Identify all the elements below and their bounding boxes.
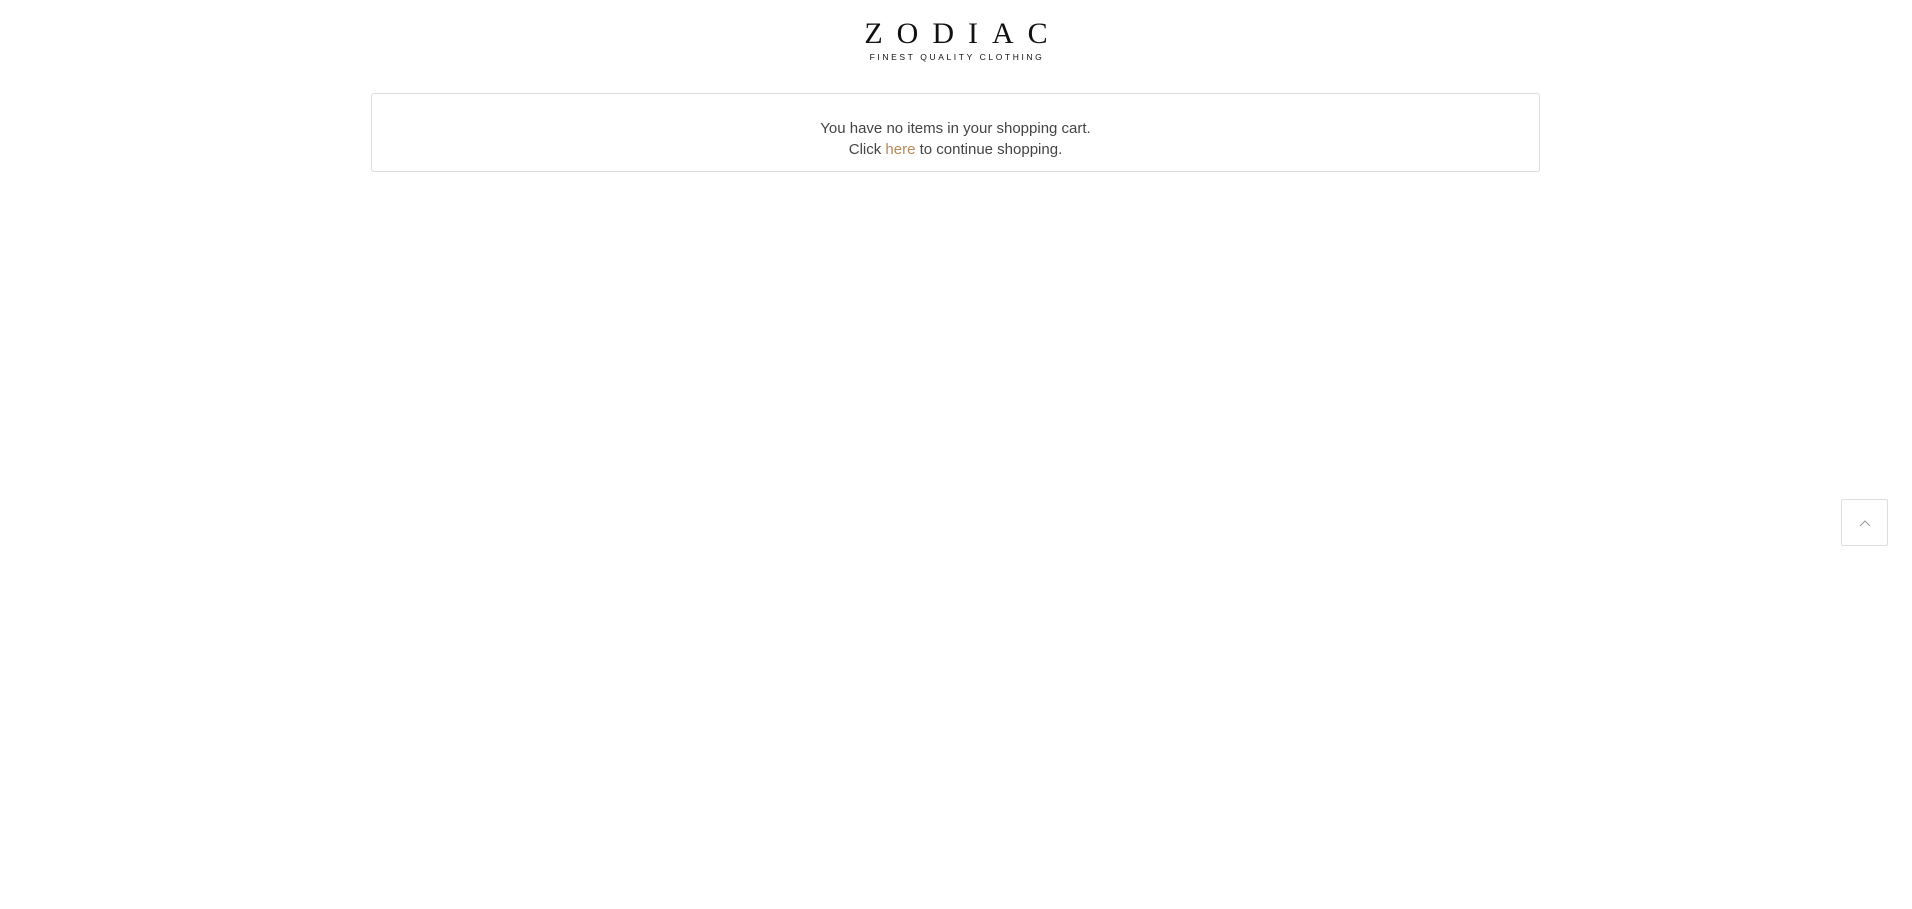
empty-cart-panel: You have no items in your shopping cart.… <box>371 93 1540 172</box>
chevron-up-icon <box>1859 520 1871 527</box>
site-logo[interactable]: ZODIAC FINEST QUALITY CLOTHING <box>850 18 1061 63</box>
continue-suffix: to continue shopping. <box>915 141 1063 158</box>
continue-shopping-link[interactable]: here <box>885 141 915 158</box>
logo-tagline: FINEST QUALITY CLOTHING <box>869 52 1045 62</box>
empty-cart-message: You have no items in your shopping cart. <box>820 120 1091 137</box>
continue-shopping-line: Click here to continue shopping. <box>372 139 1539 160</box>
continue-prefix: Click <box>848 141 886 158</box>
back-to-top-button[interactable] <box>1841 499 1888 546</box>
logo-name: ZODIAC <box>864 17 1062 50</box>
site-header: ZODIAC FINEST QUALITY CLOTHING <box>0 0 1912 92</box>
